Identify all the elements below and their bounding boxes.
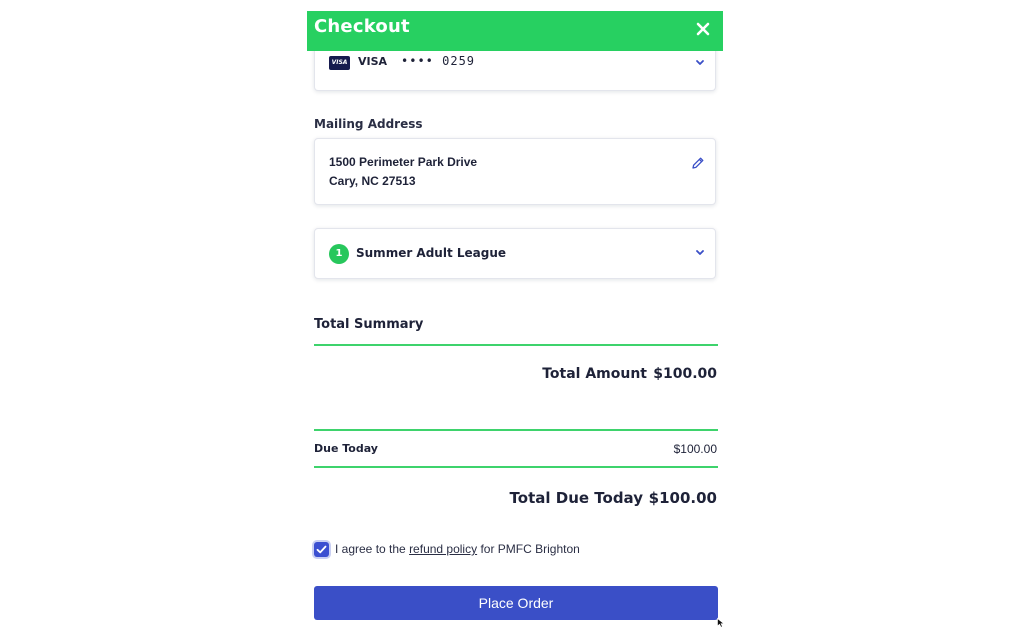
masked-card-number: •••• 0259 <box>401 54 476 68</box>
refund-policy-agreement: I agree to the refund policy for PMFC Br… <box>335 542 580 556</box>
due-today-value: $100.00 <box>673 442 717 456</box>
divider <box>314 344 718 346</box>
mailing-address-label: Mailing Address <box>314 117 423 131</box>
league-name: Summer Adult League <box>356 246 507 260</box>
refund-policy-link[interactable]: refund policy <box>409 542 477 556</box>
total-due-today-label: Total Due Today <box>509 489 643 507</box>
league-accordion[interactable]: 1 Summer Adult League <box>314 228 716 279</box>
mailing-address-card: 1500 Perimeter Park Drive Cary, NC 27513 <box>314 138 716 205</box>
league-count-badge: 1 <box>329 244 349 264</box>
checkout-header: Checkout <box>307 11 723 51</box>
total-amount-label: Total Amount <box>542 366 647 382</box>
total-summary-title: Total Summary <box>314 317 424 332</box>
due-today-label: Due Today <box>314 442 378 455</box>
address-line-2: Cary, NC 27513 <box>329 174 416 188</box>
page-title: Checkout <box>314 16 410 37</box>
pencil-icon[interactable] <box>691 156 705 170</box>
place-order-button[interactable]: Place Order <box>314 586 718 620</box>
agreement-prefix: I agree to the <box>335 542 410 556</box>
total-due-today-value: $100.00 <box>648 489 717 507</box>
mouse-cursor-icon <box>717 618 725 628</box>
divider <box>314 466 718 468</box>
total-amount-value: $100.00 <box>653 366 717 382</box>
refund-policy-checkbox[interactable] <box>314 542 329 557</box>
chevron-down-icon[interactable] <box>695 249 705 257</box>
checkout-panel: Checkout VISA VISA •••• 0259 Mailing Add… <box>307 0 723 639</box>
visa-card-icon: VISA <box>329 56 350 70</box>
chevron-down-icon[interactable] <box>695 59 705 67</box>
close-icon[interactable] <box>693 19 713 39</box>
checkout-screen: Checkout VISA VISA •••• 0259 Mailing Add… <box>0 0 1023 639</box>
agreement-suffix: for PMFC Brighton <box>477 542 580 556</box>
address-line-1: 1500 Perimeter Park Drive <box>329 155 478 169</box>
card-brand-label: VISA <box>358 55 388 68</box>
divider <box>314 429 718 431</box>
check-icon <box>316 545 327 554</box>
